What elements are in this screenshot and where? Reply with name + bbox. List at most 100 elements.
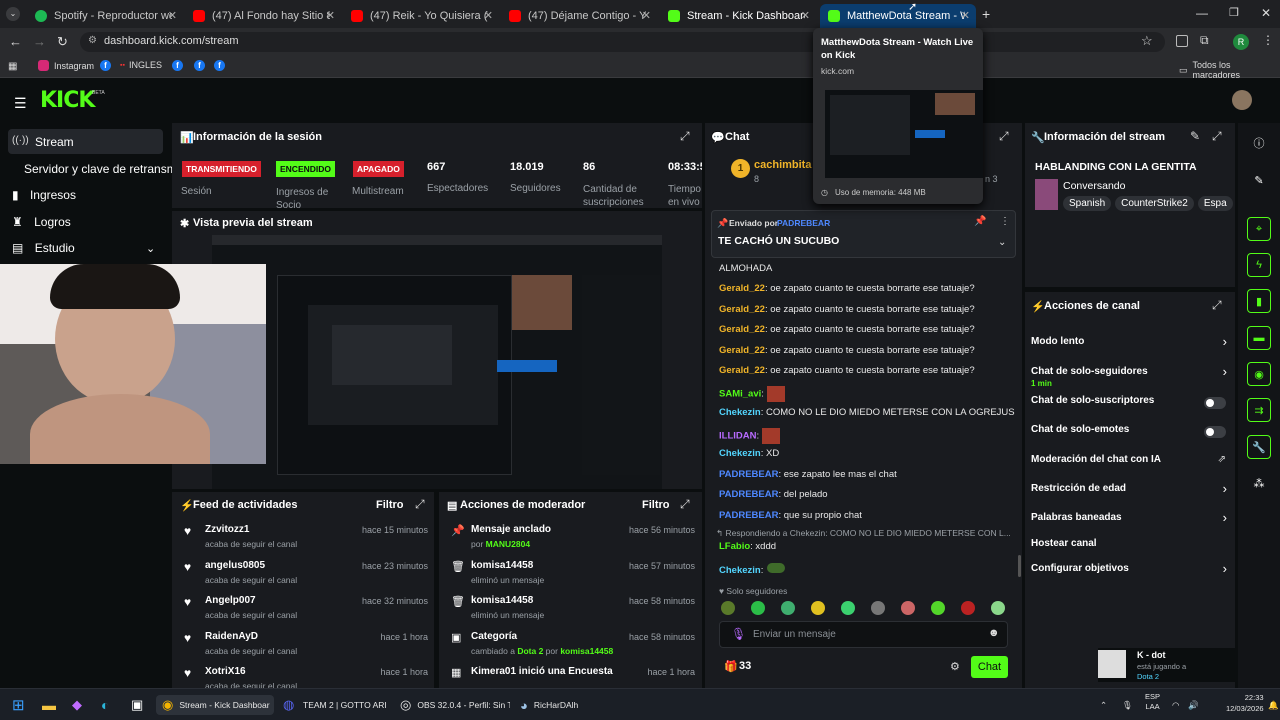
chevron-down-icon[interactable]: ⌄: [998, 237, 1006, 248]
tab-kick-watch[interactable]: MatthewDota Stream - Watch L✕: [820, 4, 976, 28]
chat-username[interactable]: Gerald_22: [719, 283, 765, 294]
taskbar-obs[interactable]: ◎ OBS 32.0.4 - Perfil: Sin T: [400, 695, 510, 715]
feed-username[interactable]: angelus0805: [205, 560, 265, 571]
feed-username[interactable]: XotriX16: [205, 666, 246, 677]
tab-youtube-1[interactable]: (47) Al Fondo hay Sitio 8: Franc✕: [185, 4, 341, 28]
chat-username[interactable]: Chekezin: [719, 565, 761, 576]
pinned-by-user[interactable]: PADREBEAR: [777, 218, 830, 228]
chat-username[interactable]: PADREBEAR: [719, 469, 778, 480]
emote-button[interactable]: [901, 601, 915, 615]
chat-username[interactable]: Gerald_22: [719, 345, 765, 356]
expand-icon[interactable]: ⤢: [999, 129, 1009, 144]
clock[interactable]: 22:33 12/03/2026: [1226, 692, 1264, 713]
toggle-switch[interactable]: [1204, 426, 1226, 438]
top-gifter-name[interactable]: cachimbita: [754, 159, 811, 171]
chat-username[interactable]: ILLIDAN: [719, 431, 756, 442]
reload-icon[interactable]: ↻: [57, 34, 68, 50]
expand-icon[interactable]: ⤢: [1212, 298, 1222, 313]
emote-button[interactable]: [751, 601, 765, 615]
kick-logo[interactable]: KICK: [40, 88, 95, 113]
message-icon[interactable]: ▬: [1247, 326, 1271, 350]
tab-search-icon[interactable]: ⌄: [6, 7, 20, 21]
poll-icon[interactable]: ▮: [1247, 289, 1271, 313]
info-icon[interactable]: ⓘ: [1247, 131, 1271, 155]
taskbar-store[interactable]: ▣: [131, 695, 143, 715]
site-info-icon[interactable]: ⚙: [88, 35, 97, 46]
mod-sub-user[interactable]: Dota 2: [517, 646, 543, 656]
chat-username[interactable]: Chekezin: [719, 407, 761, 418]
minimize-icon[interactable]: —: [1196, 6, 1208, 20]
microphone-tray-icon[interactable]: 🎙: [1122, 695, 1133, 715]
nav-stream[interactable]: ((·)) Stream: [8, 129, 163, 154]
channel-action-item[interactable]: Chat de solo-seguidores 1 min ›: [1031, 364, 1229, 388]
start-button[interactable]: ⊞: [12, 695, 25, 715]
broadcast-icon[interactable]: ◉: [1247, 362, 1271, 386]
tab-kick-dashboard[interactable]: Stream - Kick Dashboard ✕: [660, 4, 816, 28]
close-icon[interactable]: ✕: [326, 9, 335, 22]
chat-username[interactable]: PADREBEAR: [719, 489, 778, 500]
mod-action-item[interactable]: 🗑 komisa14458 eliminó un mensaje hace 58 mi…: [451, 593, 695, 625]
close-icon[interactable]: ✕: [168, 9, 177, 22]
raid-icon[interactable]: ⇉: [1247, 398, 1271, 422]
feed-filter-button[interactable]: Filtro: [376, 499, 404, 511]
chat-username[interactable]: PADREBEAR: [719, 510, 778, 521]
feed-item[interactable]: ♥ Angelp007 acaba de seguir el canal hace 3…: [184, 593, 428, 625]
taskbar-discord[interactable]: ◍: [283, 695, 294, 715]
taskbar-team[interactable]: TEAM 2 | GOTTO ARI: [303, 695, 389, 715]
nav-studio[interactable]: ▤ Estudio: [12, 241, 75, 255]
user-avatar[interactable]: [1232, 90, 1252, 110]
channel-action-item[interactable]: Modo lento ›: [1031, 334, 1229, 354]
close-icon[interactable]: ✕: [642, 9, 651, 22]
pinned-message[interactable]: 📌 Enviado por PADREBEAR TE CACHÓ UN SUCU…: [711, 210, 1016, 258]
close-icon[interactable]: ✕: [961, 9, 970, 22]
wrench-icon[interactable]: 🔧: [1247, 435, 1271, 459]
emote-button[interactable]: [841, 601, 855, 615]
category-name[interactable]: Conversando: [1063, 180, 1125, 192]
chat-username[interactable]: Gerald_22: [719, 365, 765, 376]
feed-username[interactable]: Angelp007: [205, 595, 256, 606]
mod-sub-user[interactable]: MANU2804: [486, 539, 530, 549]
stream-preview-video[interactable]: [212, 235, 662, 489]
bookmark-instagram[interactable]: Instagram: [38, 60, 94, 71]
nav-achievements[interactable]: ♜ Logros: [12, 215, 71, 229]
apps-icon[interactable]: ▦: [8, 61, 17, 72]
extensions-icon[interactable]: ⧉: [1200, 33, 1209, 48]
mod-action-item[interactable]: 🗑 komisa14458 eliminó un mensaje hace 57 mi…: [451, 558, 695, 590]
emote-button[interactable]: [871, 601, 885, 615]
bookmark-ingles[interactable]: ▪▪ INGLES: [120, 60, 162, 70]
taskbar-edge[interactable]: ◐: [101, 695, 109, 715]
more-icon[interactable]: ⋮: [1000, 216, 1010, 227]
channel-action-item[interactable]: Palabras baneadas ›: [1031, 510, 1229, 530]
maximize-icon[interactable]: ❐: [1229, 6, 1239, 19]
feed-username[interactable]: Zzvitozz1: [205, 524, 249, 535]
menu-icon[interactable]: ⋮: [1262, 33, 1274, 47]
emoji-icon[interactable]: ☻: [988, 627, 1000, 639]
mod-filter-button[interactable]: Filtro: [642, 499, 670, 511]
edit-icon[interactable]: ✎: [1247, 168, 1271, 192]
chat-username[interactable]: Gerald_22: [719, 304, 765, 315]
volume-icon[interactable]: 🔊: [1188, 695, 1199, 715]
channel-action-item[interactable]: Chat de solo-suscriptores: [1031, 393, 1229, 413]
hamburger-icon[interactable]: ☰: [14, 95, 27, 112]
taskbar-copilot[interactable]: ◆: [72, 695, 82, 715]
emote-button[interactable]: [961, 601, 975, 615]
chat-username[interactable]: Chekezin: [719, 448, 761, 459]
channel-action-item[interactable]: Moderación del chat con IA ⇗: [1031, 452, 1229, 472]
taskbar-explorer[interactable]: ▬: [42, 695, 56, 715]
tab-youtube-2[interactable]: (47) Reik - Yo Quisiera (Video)✕: [343, 4, 499, 28]
taskbar-chrome[interactable]: ◉ Stream - Kick Dashboar: [156, 695, 274, 715]
mod-sub-user[interactable]: komisa14458: [560, 646, 613, 656]
microphone-icon[interactable]: 🎙: [731, 627, 746, 641]
friend-activity-toast[interactable]: K - dot está jugando a Dota 2: [1098, 648, 1236, 682]
send-chat-button[interactable]: Chat: [971, 656, 1008, 678]
bookmark-facebook-3[interactable]: f: [194, 60, 205, 71]
nav-income[interactable]: ▮ Ingresos: [12, 188, 76, 202]
feed-item[interactable]: ♥ RaidenAyD acaba de seguir el canal hace 1…: [184, 629, 428, 661]
nav-server-key[interactable]: Servidor y clave de retransm: [24, 162, 172, 176]
chat-username[interactable]: LFabio: [719, 541, 750, 552]
bookmark-facebook-4[interactable]: f: [214, 60, 225, 71]
all-bookmarks[interactable]: ▭ Todos los marcadores: [1179, 60, 1280, 80]
lightning-icon[interactable]: ϟ: [1247, 253, 1271, 277]
emote-button[interactable]: [931, 601, 945, 615]
wifi-icon[interactable]: ◠: [1172, 695, 1179, 715]
